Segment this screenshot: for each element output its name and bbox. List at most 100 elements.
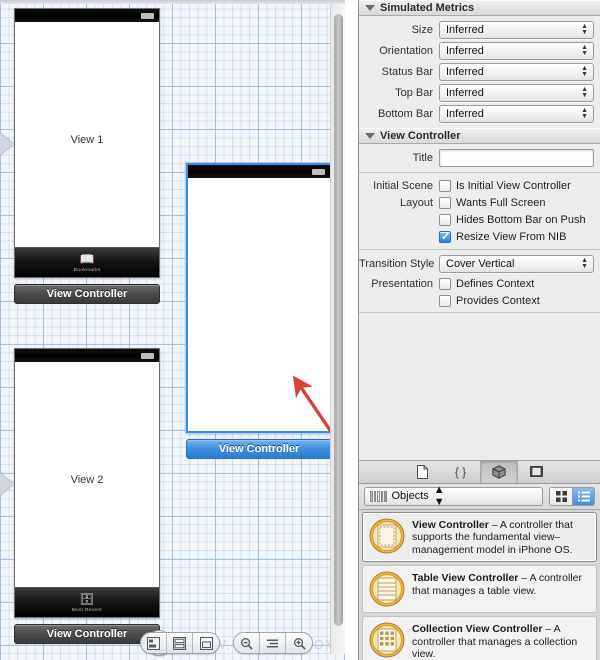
library-item-title: Collection View Controller: [412, 623, 543, 635]
zoom-button-group[interactable]: [233, 632, 313, 654]
section-title: View Controller: [380, 130, 461, 142]
label-top-bar: Top Bar: [395, 87, 433, 99]
entry-point-arrow-view-1: [0, 133, 13, 155]
tab-bar[interactable]: 🗄 Most Recent: [15, 587, 159, 617]
library-view-mode-toggle[interactable]: [549, 486, 595, 506]
row-initial-scene: Initial Scene Is Initial View Controller: [359, 177, 600, 194]
checkbox-provides-context[interactable]: [439, 294, 451, 307]
library-item-view-controller[interactable]: View Controller – A controller that supp…: [362, 511, 597, 562]
device-preview-selected[interactable]: [186, 163, 332, 433]
device-body: View 1 📖 Bookmarks: [15, 22, 159, 277]
storyboard-canvas[interactable]: View 1 📖 Bookmarks View Controller View …: [0, 0, 345, 660]
library-category-select[interactable]: Objects ▲ ▼: [364, 484, 543, 508]
disclosure-triangle-icon[interactable]: [365, 133, 375, 139]
scene-title-bar-selected[interactable]: View Controller: [186, 439, 332, 459]
chevron-updown-icon[interactable]: ▲ ▼: [581, 65, 588, 78]
top-bar-value: Inferred: [446, 87, 484, 99]
library-tab-bar[interactable]: { }: [359, 459, 600, 484]
transition-style-select[interactable]: Cover Vertical ▲ ▼: [439, 255, 594, 273]
orientation-value: Inferred: [446, 45, 484, 57]
device-preview-view-2[interactable]: View 2 🗄 Most Recent: [14, 348, 160, 618]
status-bar-select[interactable]: Inferred ▲ ▼: [439, 63, 594, 81]
library-item-table-view-controller[interactable]: Table View Controller – A controller tha…: [362, 565, 597, 613]
battery-icon: [141, 353, 154, 359]
checkbox-wants-full-screen[interactable]: [439, 196, 451, 209]
library-item-title: View Controller: [412, 518, 489, 531]
row-title: Title: [359, 148, 600, 168]
alignment-button-group[interactable]: [140, 632, 220, 654]
scrollbar-thumb[interactable]: [334, 14, 343, 626]
list-view-icon[interactable]: [572, 487, 594, 505]
file-template-icon: [417, 464, 428, 479]
transition-style-value: Cover Vertical: [446, 258, 515, 270]
align-left-icon[interactable]: [141, 633, 167, 653]
chevron-updown-icon[interactable]: ▲ ▼: [581, 44, 588, 57]
divider: [359, 249, 600, 250]
row-presentation-defines-context: Presentation Defines Context: [359, 275, 600, 292]
row-orientation: Orientation Inferred ▲ ▼: [359, 41, 600, 61]
orientation-select[interactable]: Inferred ▲ ▼: [439, 42, 594, 60]
row-size: Size Inferred ▲ ▼: [359, 20, 600, 40]
top-bar-select[interactable]: Inferred ▲ ▼: [439, 84, 594, 102]
label-hides-bottom-bar-on-push: Hides Bottom Bar on Push: [456, 213, 586, 226]
zoom-in-icon[interactable]: [286, 633, 312, 653]
size-select[interactable]: Inferred ▲ ▼: [439, 21, 594, 39]
tab-media[interactable]: [518, 461, 556, 483]
canvas-bottom-toolbar[interactable]: [140, 630, 313, 656]
canvas-vertical-scrollbar[interactable]: [330, 4, 345, 654]
tab-code-snippet[interactable]: { }: [442, 461, 480, 483]
chevron-updown-icon[interactable]: ▲ ▼: [581, 23, 588, 36]
device-preview-view-1[interactable]: View 1 📖 Bookmarks: [14, 8, 160, 278]
device-body: View 2 🗄 Most Recent: [15, 362, 159, 617]
align-bottom-icon[interactable]: [193, 633, 219, 653]
chevron-updown-icon[interactable]: ▲ ▼: [581, 86, 588, 99]
tab-bar[interactable]: 📖 Bookmarks: [15, 247, 159, 277]
checkbox-resize-view-from-nib[interactable]: [439, 230, 451, 243]
library-category-value: Objects: [391, 490, 429, 502]
chevron-updown-icon[interactable]: ▲ ▼: [434, 484, 445, 508]
media-film-icon: [530, 466, 543, 477]
title-input[interactable]: [439, 149, 594, 167]
view-controller-icon: [369, 518, 405, 554]
bottom-bar-select[interactable]: Inferred ▲ ▼: [439, 105, 594, 123]
label-size: Size: [411, 24, 433, 36]
section-header-simulated-metrics[interactable]: Simulated Metrics: [359, 0, 600, 16]
scene-view-2[interactable]: View 2 🗄 Most Recent View Controller: [14, 348, 160, 644]
row-presentation-provides-context: Provides Context: [359, 292, 600, 309]
status-bar-value: Inferred: [446, 66, 484, 78]
label-presentation: Presentation: [371, 277, 433, 290]
label-title: Title: [412, 152, 433, 164]
checkbox-is-initial-view-controller[interactable]: [439, 179, 451, 192]
tab-file-template[interactable]: [404, 461, 442, 483]
label-bottom-bar: Bottom Bar: [377, 108, 433, 120]
objects-bars-icon: [370, 490, 387, 502]
row-bottom-bar: Bottom Bar Inferred ▲ ▼: [359, 104, 600, 124]
library-object-list[interactable]: View Controller – A controller that supp…: [359, 509, 600, 660]
simulated-metrics-body: Size Inferred ▲ ▼ Orientation Inferred ▲ ▼…: [359, 16, 600, 128]
row-status-bar: Status Bar Inferred ▲ ▼: [359, 62, 600, 82]
zoom-fit-icon[interactable]: [260, 633, 286, 653]
chevron-updown-icon[interactable]: ▲ ▼: [581, 257, 588, 270]
library-item-collection-view-controller[interactable]: Collection View Controller – A controlle…: [362, 616, 597, 660]
tab-bar-item-label: Most Recent: [71, 606, 103, 613]
scene-title-bar[interactable]: View Controller: [14, 624, 160, 644]
label-resize-view-from-nib: Resize View From NIB: [456, 230, 567, 243]
align-center-icon[interactable]: [167, 633, 193, 653]
scene-title-bar[interactable]: View Controller: [14, 284, 160, 304]
grid-view-icon[interactable]: [550, 487, 572, 505]
library-filter-bar[interactable]: Objects ▲ ▼: [359, 483, 600, 510]
label-layout: Layout: [399, 196, 433, 209]
section-header-view-controller[interactable]: View Controller: [359, 128, 600, 144]
tab-bar-item-label: Bookmarks: [73, 266, 101, 273]
disclosure-triangle-icon[interactable]: [365, 5, 375, 11]
code-snippet-icon: { }: [454, 464, 467, 479]
scene-view-1[interactable]: View 1 📖 Bookmarks View Controller: [14, 8, 160, 304]
zoom-out-icon[interactable]: [234, 633, 260, 653]
checkbox-defines-context[interactable]: [439, 277, 451, 290]
label-defines-context: Defines Context: [456, 277, 535, 290]
inspector-empty-area: [359, 312, 600, 460]
checkbox-hides-bottom-bar-on-push[interactable]: [439, 213, 451, 226]
scene-selected[interactable]: View Controller: [186, 163, 332, 459]
tab-objects[interactable]: [479, 460, 518, 483]
chevron-updown-icon[interactable]: ▲ ▼: [581, 107, 588, 120]
